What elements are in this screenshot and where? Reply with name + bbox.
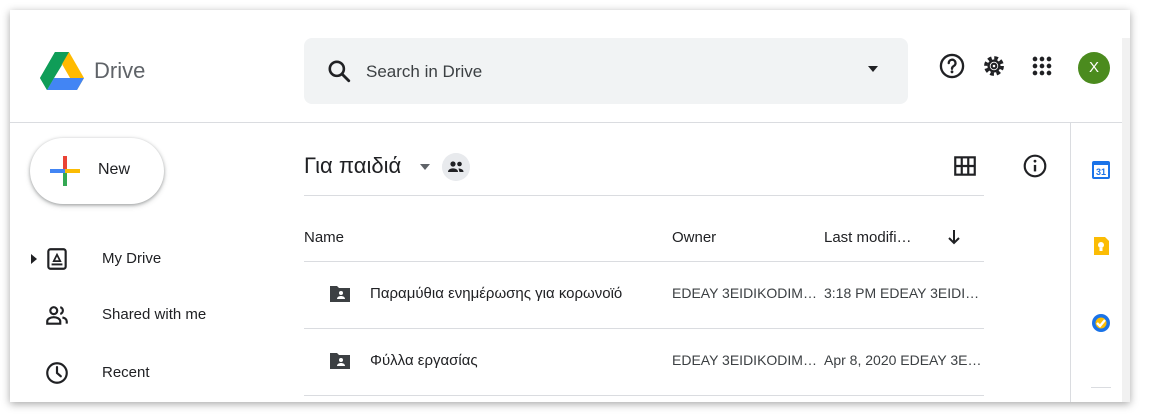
file-name[interactable]: Παραμύθια ενημέρωσης για κορωνοϊό [370,285,622,302]
top-bar: Drive X [10,10,1130,123]
file-name[interactable]: Φύλλα εργασίας [370,352,478,369]
divider [1091,387,1111,388]
column-name[interactable]: Name [304,229,344,246]
sidebar-item-label: My Drive [102,250,162,267]
column-headers: Name Owner Last modifi… [304,201,984,262]
folder-title[interactable]: Για παιδιά [304,153,401,179]
search-bar[interactable] [304,38,908,104]
info-icon[interactable] [1022,153,1048,179]
file-list-area: Για παιδιά Name Owner Last modifi… Παραμ… [304,123,1072,402]
drive-logo-icon[interactable] [40,52,84,92]
search-icon[interactable] [326,58,352,84]
sort-arrow-down-icon[interactable] [944,227,964,247]
my-drive-icon [47,248,67,270]
sidebar-item-label: Shared with me [102,306,207,323]
sidebar-item-recent[interactable]: Recent [10,351,300,395]
column-owner: Owner [672,229,717,246]
help-icon[interactable] [938,52,966,80]
table-row[interactable]: Παραμύθια ενημέρωσης για κορωνοϊό EDEAY … [304,262,984,329]
keep-icon[interactable] [1091,236,1111,256]
table-row[interactable]: Φύλλα εργασίας EDEAY 3EIDIKODIMPA… Apr 8… [304,329,984,396]
shared-icon [46,306,68,325]
calendar-icon[interactable]: 31 [1091,160,1111,180]
new-button-label: New [98,161,131,178]
new-button[interactable]: New [30,138,164,204]
sidebar-item-my-drive[interactable]: My Drive [10,237,300,281]
column-last-modified[interactable]: Last modifi… [824,229,912,246]
account-avatar[interactable]: X [1078,52,1110,84]
drive-window: Drive X [10,10,1130,402]
folder-menu-dropdown-icon[interactable] [420,164,430,170]
search-input[interactable] [364,56,848,88]
divider [304,195,984,196]
file-last-modified: 3:18 PM EDEAY 3EIDIK… [824,285,984,301]
apps-icon[interactable] [1028,52,1056,80]
calendar-day: 31 [1096,167,1106,177]
search-options-dropdown-icon[interactable] [868,66,878,72]
scrollbar[interactable] [1122,38,1130,402]
settings-icon[interactable] [980,52,1008,80]
tasks-icon[interactable] [1091,313,1111,333]
grid-view-icon[interactable] [952,153,978,179]
plus-icon [50,156,80,186]
file-owner: EDEAY 3EIDIKODIMPA… [672,285,822,301]
file-last-modified: Apr 8, 2020 EDEAY 3EI… [824,352,984,368]
app-name[interactable]: Drive [94,58,145,84]
shared-folder-icon [330,353,350,369]
shared-folder-icon [330,286,350,302]
sidebar: New My Drive Shared with me Recent [10,123,300,402]
recent-icon [46,362,68,384]
side-panel: 31 [1070,123,1130,402]
sidebar-item-shared-with-me[interactable]: Shared with me [10,293,300,337]
sidebar-item-label: Recent [102,364,150,381]
file-owner: EDEAY 3EIDIKODIMPA… [672,352,822,368]
expand-caret-icon[interactable] [31,254,37,264]
shared-folder-icon[interactable] [442,153,470,181]
